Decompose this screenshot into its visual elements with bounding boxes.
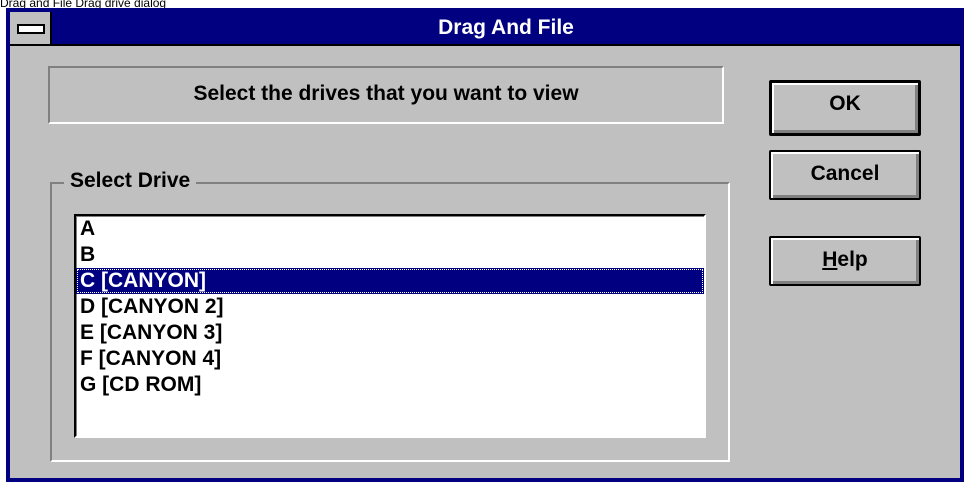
help-label-rest: elp [837,248,868,271]
drive-item-e[interactable]: E [CANYON 3] [76,320,704,346]
dialog-client-area: Select the drives that you want to view … [10,46,960,478]
drive-item-b[interactable]: B [76,242,704,268]
drive-item-g[interactable]: G [CD ROM] [76,372,704,398]
drive-item-c[interactable]: C [CANYON] [76,268,704,294]
help-mnemonic: H [822,248,838,271]
drive-item-d[interactable]: D [CANYON 2] [76,294,704,320]
drive-item-a[interactable]: A [76,216,704,242]
caption-text: Drag and File Drag drive dialog [0,0,167,10]
select-drive-label: Select Drive [64,168,197,194]
window-title: Drag And File [438,16,574,39]
instruction-text: Select the drives that you want to view [48,66,724,124]
ok-button[interactable]: OK [769,80,921,136]
drive-listbox[interactable]: A B C [CANYON] D [CANYON 2] E [CANYON 3]… [74,214,706,438]
drive-item-f[interactable]: F [CANYON 4] [76,346,704,372]
title-bar: Drag And File [10,12,960,46]
system-menu-icon[interactable] [10,12,52,44]
help-button[interactable]: Help [769,236,921,286]
dialog-window: Drag And File Select the drives that you… [6,8,964,482]
cancel-button[interactable]: Cancel [769,150,921,200]
